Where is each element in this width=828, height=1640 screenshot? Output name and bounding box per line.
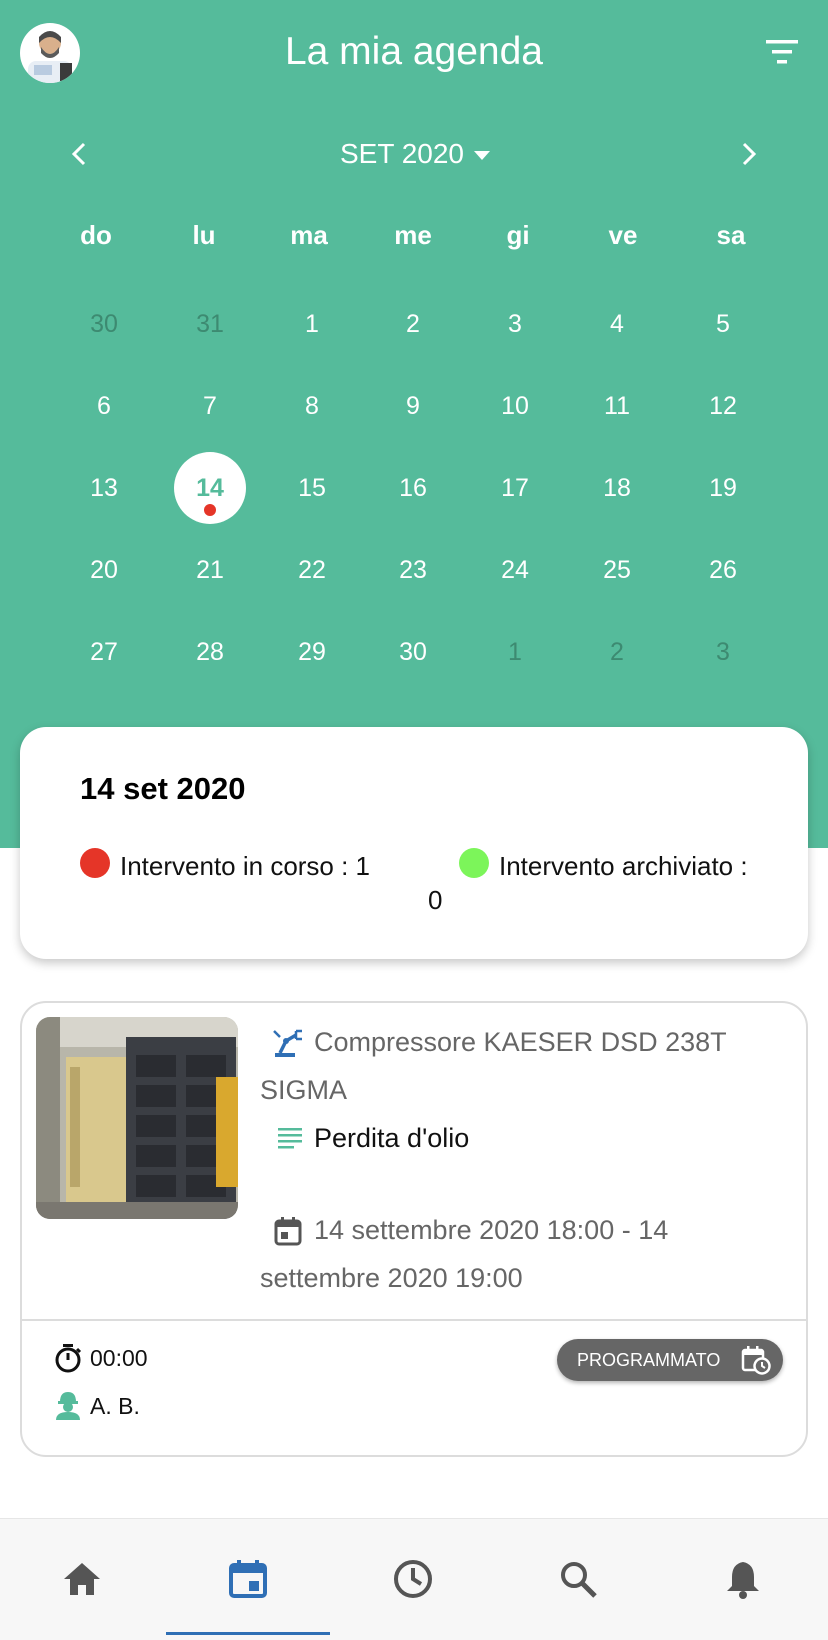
calendar-day-selected[interactable]: 14 — [174, 452, 246, 524]
archived-label: Intervento archiviato : — [499, 851, 748, 881]
weekday-label: ma — [290, 220, 328, 250]
calendar-day[interactable]: 13 — [68, 452, 140, 524]
calendar-day[interactable]: 8 — [276, 370, 348, 442]
nav-search[interactable] — [496, 1519, 660, 1639]
calendar-day[interactable]: 12 — [687, 370, 759, 442]
calendar-day[interactable]: 9 — [377, 370, 449, 442]
calendar-event-icon — [274, 1217, 302, 1246]
robot-arm-icon — [273, 1029, 302, 1057]
calendar-day[interactable]: 16 — [377, 452, 449, 524]
previous-month-button[interactable] — [62, 136, 98, 172]
schedule-line2: settembre 2020 19:00 — [260, 1263, 523, 1293]
calendar-day[interactable]: 11 — [581, 370, 653, 442]
calendar-day[interactable]: 4 — [581, 288, 653, 360]
calendar-day[interactable]: 2 — [377, 288, 449, 360]
calendar-day-outside-month[interactable]: 31 — [174, 288, 246, 360]
schedule-line1: 14 settembre 2020 18:00 - 14 — [314, 1215, 669, 1245]
calendar-day[interactable]: 20 — [68, 534, 140, 606]
calendar-day[interactable]: 19 — [687, 452, 759, 524]
asset-photo — [36, 1017, 238, 1219]
calendar-day[interactable]: 26 — [687, 534, 759, 606]
calendar-day[interactable]: 17 — [479, 452, 551, 524]
calendar-day-outside-month[interactable]: 3 — [687, 616, 759, 688]
bottom-navigation — [0, 1518, 828, 1640]
nav-calendar[interactable] — [166, 1519, 330, 1639]
intervention-card[interactable]: Compressore KAESER DSD 238T SIGMA Perdit… — [20, 1001, 808, 1457]
technician-icon — [56, 1392, 80, 1420]
weekday-label: gi — [506, 220, 530, 250]
nav-history[interactable] — [331, 1519, 495, 1639]
asset-name-line2: SIGMA — [260, 1075, 348, 1105]
bell-icon — [727, 1562, 759, 1599]
status-badge[interactable]: PROGRAMMATO — [557, 1339, 783, 1381]
month-label: SET 2020 — [339, 138, 465, 169]
intervention-description: Perdita d'olio — [314, 1123, 470, 1153]
calendar-day[interactable]: 23 — [377, 534, 449, 606]
clock-icon — [394, 1560, 432, 1598]
calendar-day[interactable]: 29 — [276, 616, 348, 688]
summary-date: 14 set 2020 — [80, 771, 246, 806]
calendar-icon — [229, 1560, 267, 1598]
calendar-day[interactable]: 5 — [687, 288, 759, 360]
calendar-day[interactable]: 10 — [479, 370, 551, 442]
event-indicator-dot — [204, 504, 216, 516]
technician-name: A. B. — [90, 1393, 140, 1419]
weekday-label: sa — [716, 220, 746, 250]
weekday-label: lu — [192, 220, 216, 250]
calendar-day-outside-month[interactable]: 2 — [581, 616, 653, 688]
day-summary-card: 14 set 2020 Intervento in corso : 1 Inte… — [20, 727, 808, 959]
in-progress-dot-icon — [80, 848, 110, 878]
filter-icon[interactable] — [760, 34, 804, 72]
calendar-day[interactable]: 28 — [174, 616, 246, 688]
calendar-day[interactable]: 24 — [479, 534, 551, 606]
stopwatch-icon — [55, 1344, 82, 1373]
chevron-right-icon — [742, 142, 757, 166]
archived-count: 0 — [428, 885, 443, 915]
calendar-day[interactable]: 7 — [174, 370, 246, 442]
calendar-day[interactable]: 1 — [276, 288, 348, 360]
calendar-day-outside-month[interactable]: 30 — [68, 288, 140, 360]
calendar-day[interactable]: 21 — [174, 534, 246, 606]
asset-name-line1: Compressore KAESER DSD 238T — [314, 1027, 727, 1057]
in-progress-count: Intervento in corso : 1 — [120, 851, 371, 881]
nav-home[interactable] — [0, 1519, 164, 1639]
chevron-left-icon — [71, 142, 86, 166]
active-tab-indicator — [166, 1632, 330, 1635]
home-icon — [64, 1563, 100, 1595]
weekday-label: me — [394, 220, 432, 250]
calendar-day[interactable]: 25 — [581, 534, 653, 606]
duration-value: 00:00 — [90, 1345, 148, 1371]
calendar-clock-icon — [741, 1346, 771, 1375]
calendar-day[interactable]: 3 — [479, 288, 551, 360]
selected-day-number: 14 — [196, 473, 224, 502]
calendar-day[interactable]: 15 — [276, 452, 348, 524]
calendar-day[interactable]: 18 — [581, 452, 653, 524]
card-divider — [22, 1319, 806, 1321]
next-month-button[interactable] — [730, 136, 766, 172]
page-title: La mia agenda — [284, 30, 544, 73]
month-selector[interactable]: SET 2020 — [320, 134, 510, 174]
weekday-label: ve — [608, 220, 638, 250]
calendar-day[interactable]: 22 — [276, 534, 348, 606]
nav-notifications[interactable] — [661, 1519, 825, 1639]
description-icon — [278, 1128, 302, 1149]
caret-down-icon — [474, 150, 491, 160]
archived-dot-icon — [459, 848, 489, 878]
calendar-day[interactable]: 6 — [68, 370, 140, 442]
calendar-day[interactable]: 27 — [68, 616, 140, 688]
calendar-day-outside-month[interactable]: 1 — [479, 616, 551, 688]
weekday-label: do — [80, 220, 112, 250]
status-label: PROGRAMMATO — [577, 1349, 721, 1370]
calendar-day[interactable]: 30 — [377, 616, 449, 688]
search-icon — [561, 1562, 597, 1598]
